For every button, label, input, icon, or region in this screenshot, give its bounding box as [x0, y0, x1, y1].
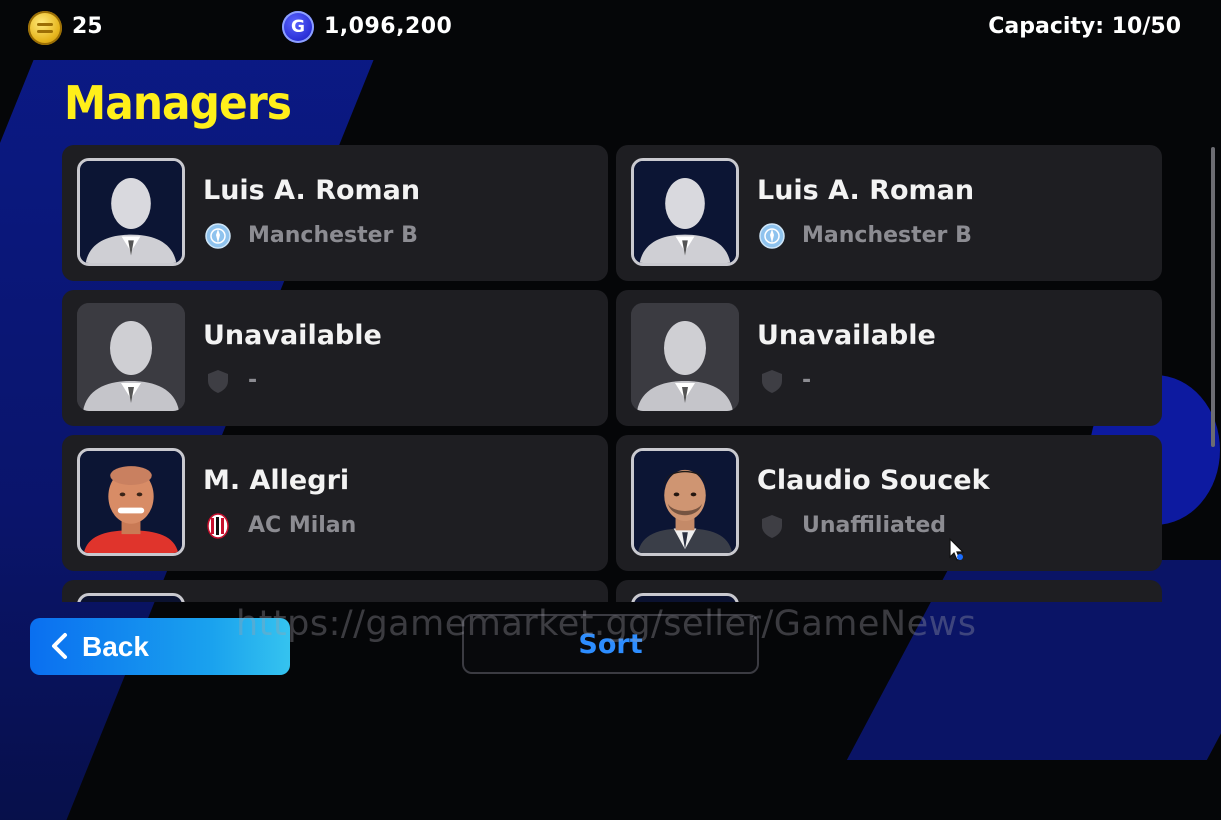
manager-card[interactable] — [616, 580, 1162, 602]
manager-club: - — [802, 368, 812, 393]
manager-club: Manchester B — [802, 223, 972, 248]
manager-name: Claudio Soucek — [757, 465, 990, 496]
manager-name: Luis A. Roman — [203, 175, 421, 206]
manager-card[interactable]: M. Allegri AC Milan — [62, 435, 608, 571]
manager-club: AC Milan — [248, 513, 357, 538]
manager-photo-portrait — [77, 448, 185, 556]
manager-name: Unavailable — [203, 320, 382, 351]
manager-name: M. Allegri — [203, 465, 350, 496]
back-button[interactable]: Back — [30, 618, 290, 675]
ac-milan-crest-icon — [207, 513, 229, 539]
manager-photo-portrait — [631, 448, 739, 556]
manager-list[interactable]: Luis A. Roman Manchester B Luis A. Roman… — [62, 145, 1162, 602]
manager-card[interactable]: Unavailable - — [62, 290, 608, 426]
manager-card[interactable]: Unavailable - — [616, 290, 1162, 426]
shield-icon — [762, 370, 782, 393]
manager-name: Unavailable — [757, 320, 936, 351]
gp-balance: 1,096,200 — [324, 14, 453, 39]
manager-name: Luis A. Roman — [757, 175, 975, 206]
chevron-left-icon — [52, 633, 67, 659]
coin-balance: 25 — [72, 14, 103, 39]
top-bar: 25 G 1,096,200 Capacity: 10/50 — [0, 0, 1221, 54]
manchester-b-crest-icon — [759, 223, 785, 249]
manager-photo-portrait — [631, 593, 739, 602]
manager-silhouette-portrait — [77, 158, 185, 266]
page-title: Managers — [64, 76, 292, 130]
manager-silhouette-portrait — [77, 303, 185, 411]
ecoin-icon — [28, 11, 62, 45]
manchester-b-crest-icon — [205, 223, 231, 249]
manager-silhouette-portrait — [631, 158, 739, 266]
manager-club: Manchester B — [248, 223, 418, 248]
manager-card[interactable]: Claudio Soucek Unaffiliated — [616, 435, 1162, 571]
gp-icon: G — [282, 11, 314, 43]
manager-photo-portrait — [77, 593, 185, 602]
manager-club: Unaffiliated — [802, 513, 947, 538]
manager-card[interactable]: Luis A. Roman Manchester B — [616, 145, 1162, 281]
back-button-label: Back — [82, 631, 149, 662]
manager-silhouette-portrait — [631, 303, 739, 411]
manager-card[interactable]: Luis A. Roman Manchester B — [62, 145, 608, 281]
shield-icon — [208, 370, 228, 393]
manager-card[interactable] — [62, 580, 608, 602]
shield-icon — [762, 515, 782, 538]
scrollbar[interactable] — [1211, 147, 1215, 447]
mouse-cursor-icon — [949, 537, 965, 561]
manager-club: - — [248, 368, 258, 393]
sort-button[interactable]: Sort — [462, 614, 759, 674]
capacity-counter: Capacity: 10/50 — [988, 14, 1181, 39]
